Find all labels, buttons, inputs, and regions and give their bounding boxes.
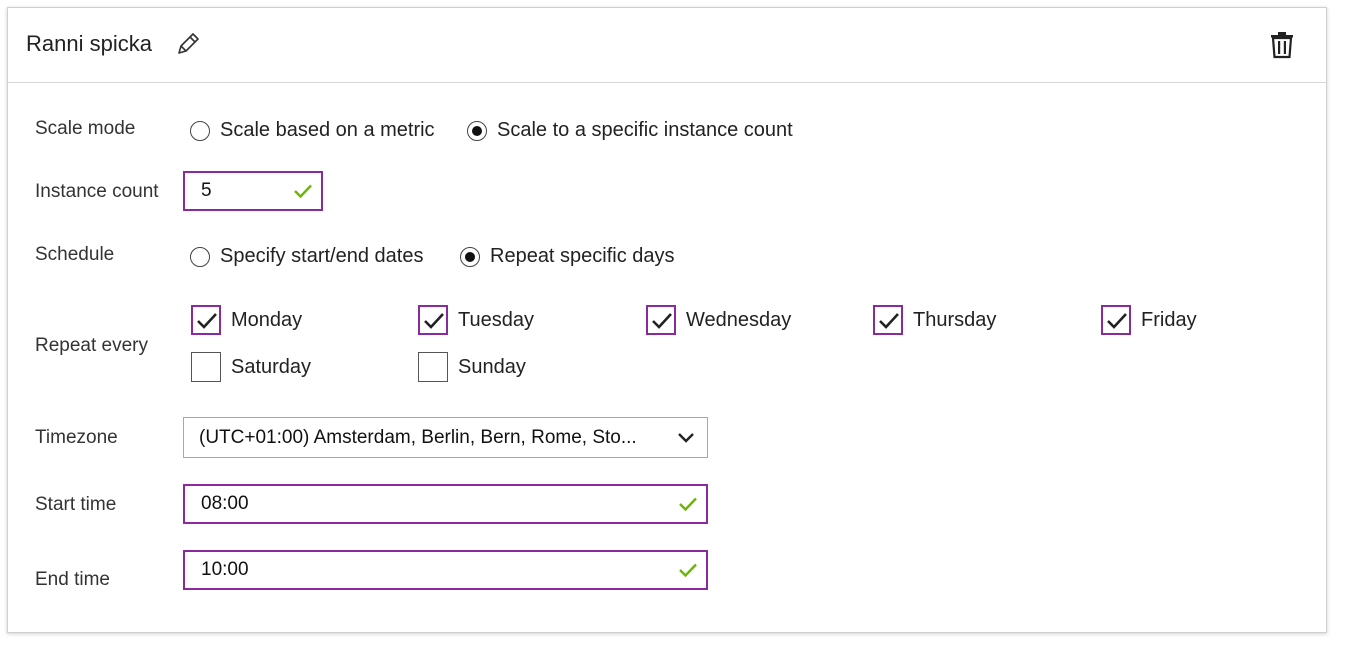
- schedule-label: Schedule: [35, 244, 115, 265]
- checkbox-label: Tuesday: [458, 308, 534, 331]
- radio-scale-to-instance-count[interactable]: Scale to a specific instance count: [467, 119, 793, 142]
- checkbox-friday[interactable]: Friday: [1101, 305, 1197, 335]
- end-time-value: 10:00: [201, 559, 249, 580]
- panel-header: Ranni spicka: [8, 8, 1326, 83]
- radio-scale-by-metric[interactable]: Scale based on a metric: [190, 119, 435, 142]
- checkmark-icon: [1107, 313, 1127, 329]
- trash-icon[interactable]: [1269, 31, 1295, 59]
- checkmark-icon: [652, 313, 672, 329]
- checkbox-monday[interactable]: Monday: [191, 305, 302, 335]
- checkbox-thursday[interactable]: Thursday: [873, 305, 996, 335]
- checkbox-label: Saturday: [231, 355, 312, 378]
- timezone-label: Timezone: [35, 427, 118, 448]
- radio-repeat-specific-days[interactable]: Repeat specific days: [460, 245, 675, 268]
- checkbox-sunday[interactable]: Sunday: [418, 352, 526, 382]
- radio-label: Specify start/end dates: [220, 245, 424, 267]
- checkmark-icon: [679, 497, 697, 512]
- instance-count-value: 5: [201, 180, 212, 201]
- start-time-label: Start time: [35, 494, 117, 515]
- checkbox-box-unchecked: [418, 352, 448, 382]
- end-time-input[interactable]: 10:00: [183, 550, 708, 590]
- condition-title: Ranni spicka: [26, 31, 152, 56]
- chevron-down-icon: [678, 432, 694, 443]
- checkbox-label: Friday: [1141, 308, 1197, 331]
- timezone-selected-value: (UTC+01:00) Amsterdam, Berlin, Bern, Rom…: [199, 426, 637, 448]
- instance-count-label: Instance count: [35, 181, 159, 202]
- checkbox-saturday[interactable]: Saturday: [191, 352, 311, 382]
- end-time-label: End time: [35, 569, 110, 590]
- radio-label: Repeat specific days: [490, 245, 675, 267]
- checkbox-tuesday[interactable]: Tuesday: [418, 305, 534, 335]
- radio-circle: [190, 120, 210, 141]
- checkbox-box-checked: [418, 305, 448, 335]
- radio-circle-selected: [467, 120, 487, 141]
- repeat-every-label: Repeat every: [35, 335, 149, 356]
- radio-label: Scale to a specific instance count: [497, 119, 793, 141]
- checkbox-box-checked: [873, 305, 903, 335]
- checkbox-label: Wednesday: [686, 308, 792, 331]
- start-time-value: 08:00: [201, 493, 249, 514]
- checkbox-box-checked: [191, 305, 221, 335]
- pencil-icon[interactable]: [173, 29, 203, 59]
- start-time-input[interactable]: 08:00: [183, 484, 708, 524]
- checkbox-label: Sunday: [458, 355, 526, 378]
- checkmark-icon: [679, 563, 697, 578]
- radio-specify-start-end-dates[interactable]: Specify start/end dates: [190, 245, 423, 268]
- scale-condition-panel: Ranni spicka Scale mode Scale based on a…: [7, 7, 1327, 633]
- checkbox-box-checked: [646, 305, 676, 335]
- checkmark-icon: [294, 184, 312, 199]
- timezone-dropdown[interactable]: (UTC+01:00) Amsterdam, Berlin, Bern, Rom…: [183, 417, 708, 458]
- checkmark-icon: [879, 313, 899, 329]
- checkbox-wednesday[interactable]: Wednesday: [646, 305, 791, 335]
- instance-count-input[interactable]: 5: [183, 171, 323, 211]
- checkbox-label: Thursday: [913, 308, 997, 331]
- checkmark-icon: [424, 313, 444, 329]
- checkbox-box-unchecked: [191, 352, 221, 382]
- scale-mode-label: Scale mode: [35, 118, 136, 139]
- radio-circle: [190, 246, 210, 267]
- checkbox-box-checked: [1101, 305, 1131, 335]
- radio-label: Scale based on a metric: [220, 119, 435, 141]
- checkmark-icon: [197, 313, 217, 329]
- radio-circle-selected: [460, 246, 480, 267]
- checkbox-label: Monday: [231, 308, 303, 331]
